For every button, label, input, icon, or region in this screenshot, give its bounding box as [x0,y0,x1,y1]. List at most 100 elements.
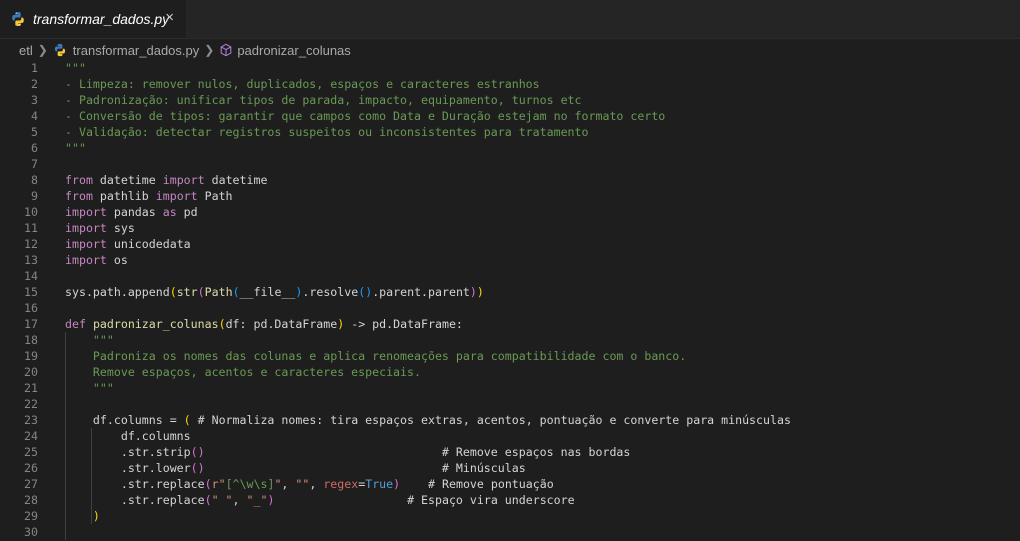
code-text: import unicodedata [65,236,191,252]
code-line[interactable]: 22 [0,396,1020,412]
code-text: from pathlib import Path [65,188,233,204]
code-token: ( [218,317,226,331]
code-line[interactable]: 18 """ [0,332,1020,348]
code-line[interactable]: 19 Padroniza os nomes das colunas e apli… [0,348,1020,364]
code-token: ) [92,509,100,523]
code-text: .str.replace(r"[^\w\s]", "", regex=True)… [65,476,554,492]
code-token: .parent.parent [372,285,470,299]
code-token: .str.replace [65,477,205,491]
code-token: ( [169,285,177,299]
line-number: 9 [31,189,38,203]
code-line[interactable]: 21 """ [0,380,1020,396]
chevron-right-icon: ❯ [37,43,48,57]
code-token: # Minúsculas [204,461,526,475]
line-number: 20 [24,365,38,379]
code-token: Padroniza os nomes das colunas e aplica … [65,349,687,363]
code-line[interactable]: 7 [0,156,1020,172]
code-line[interactable]: 23 df.columns = ( # Normaliza nomes: tir… [0,412,1020,428]
code-token: import [65,253,107,267]
code-line[interactable]: 16 [0,300,1020,316]
breadcrumb: etl ❯ transformar_dados.py ❯ padronizar_… [0,39,1020,61]
code-token: import [65,221,107,235]
code-token: # Remove espaços nas bordas [204,445,631,459]
code-line[interactable]: 4 - Conversão de tipos: garantir que camp… [0,108,1020,124]
code-line[interactable]: 25 .str.strip() # Remove espaços nas bor… [0,444,1020,460]
code-token: .str.replace [65,493,205,507]
code-token: import [65,205,107,219]
code-line[interactable]: 3 - Padronização: unificar tipos de parad… [0,92,1020,108]
breadcrumb-symbol[interactable]: padronizar_colunas [237,43,350,58]
code-token: regex [323,477,359,491]
code-token: append [127,285,170,299]
code-text: """ [65,380,114,396]
line-number: 22 [24,397,38,411]
code-line[interactable]: 27 .str.replace(r"[^\w\s]", "", regex=Tr… [0,476,1020,492]
code-line[interactable]: 28 .str.replace(" ", "_") # Espaço vira … [0,492,1020,508]
code-line[interactable]: 29 ) [0,508,1020,524]
code-line[interactable]: 10 import pandas as pd [0,204,1020,220]
code-line[interactable]: 20 Remove espaços, acentos e caracteres … [0,364,1020,380]
code-line[interactable]: 1 """ [0,60,1020,76]
code-token: Remove espaços, acentos e caracteres esp… [65,365,421,379]
code-line[interactable]: 6 """ [0,140,1020,156]
breadcrumb-file[interactable]: transformar_dados.py [73,43,199,58]
tab-transformar-dados[interactable]: transformar_dados.py × [0,0,186,38]
code-token: , [309,477,324,491]
code-token: pd [176,205,198,219]
code-line[interactable]: 11 import sys [0,220,1020,236]
code-text: """ [65,140,86,156]
code-token: from [65,173,93,187]
code-token: """ [65,333,114,347]
code-line[interactable]: 8 from datetime import datetime [0,172,1020,188]
breadcrumb-folder[interactable]: etl [19,43,33,58]
line-number: 30 [24,525,38,539]
code-token: ( [204,493,212,507]
code-line[interactable]: 12 import unicodedata [0,236,1020,252]
code-line[interactable]: 14 [0,268,1020,284]
line-number: 21 [24,381,38,395]
code-line[interactable]: 9 from pathlib import Path [0,188,1020,204]
code-line[interactable]: 5 - Validação: detectar registros suspeit… [0,124,1020,140]
line-number: 17 [24,317,38,331]
code-line[interactable]: 17 def padronizar_colunas(df: pd.DataFram… [0,316,1020,332]
code-token: __file__ [239,285,296,299]
line-number: 23 [24,413,38,427]
code-token: df.columns = [65,413,184,427]
line-number: 2 [31,77,38,91]
code-text: .str.lower() # Minúsculas [65,460,526,476]
code-token: " " [211,493,233,507]
code-token: # Normaliza nomes: tira espaços extras, … [190,413,791,427]
code-token: "" [295,477,310,491]
close-icon[interactable]: × [165,10,174,26]
line-number: 5 [31,125,38,139]
code-line[interactable]: 13 import os [0,252,1020,268]
code-line[interactable]: 30 [0,524,1020,540]
code-editor[interactable]: 1 """ 2 - Limpeza: remover nulos, duplicado… [0,60,1020,540]
line-number: 6 [31,141,38,155]
code-token: df.columns [65,429,191,443]
line-number: 19 [24,349,38,363]
code-token: datetime [92,173,163,187]
code-token: -> pd.DataFrame: [344,317,463,331]
code-text: def padronizar_colunas(df: pd.DataFrame)… [65,316,463,332]
code-token: () [190,445,205,459]
code-token: import [162,173,205,187]
code-line[interactable]: 26 .str.lower() # Minúsculas [0,460,1020,476]
code-line[interactable]: 15 sys.path.append(str(Path(__file__).res… [0,284,1020,300]
code-token: .resolve [302,285,359,299]
code-line[interactable]: 24 df.columns [0,428,1020,444]
code-token: unicodedata [106,237,191,251]
code-text: ) [65,508,100,524]
code-text: sys.path.append(str(Path(__file__).resol… [65,284,484,300]
code-token: # Remove pontuação [400,477,554,491]
code-text: df.columns = ( # Normaliza nomes: tira e… [65,412,791,428]
line-number: 24 [24,429,38,443]
code-token: - Padronização: unificar tipos de parada… [65,93,582,107]
code-token: r" [211,477,226,491]
code-token: "_" [246,493,268,507]
code-token: ) [476,285,484,299]
cube-icon [220,43,232,57]
line-number: 15 [24,285,38,299]
code-line[interactable]: 2 - Limpeza: remover nulos, duplicados, e… [0,76,1020,92]
